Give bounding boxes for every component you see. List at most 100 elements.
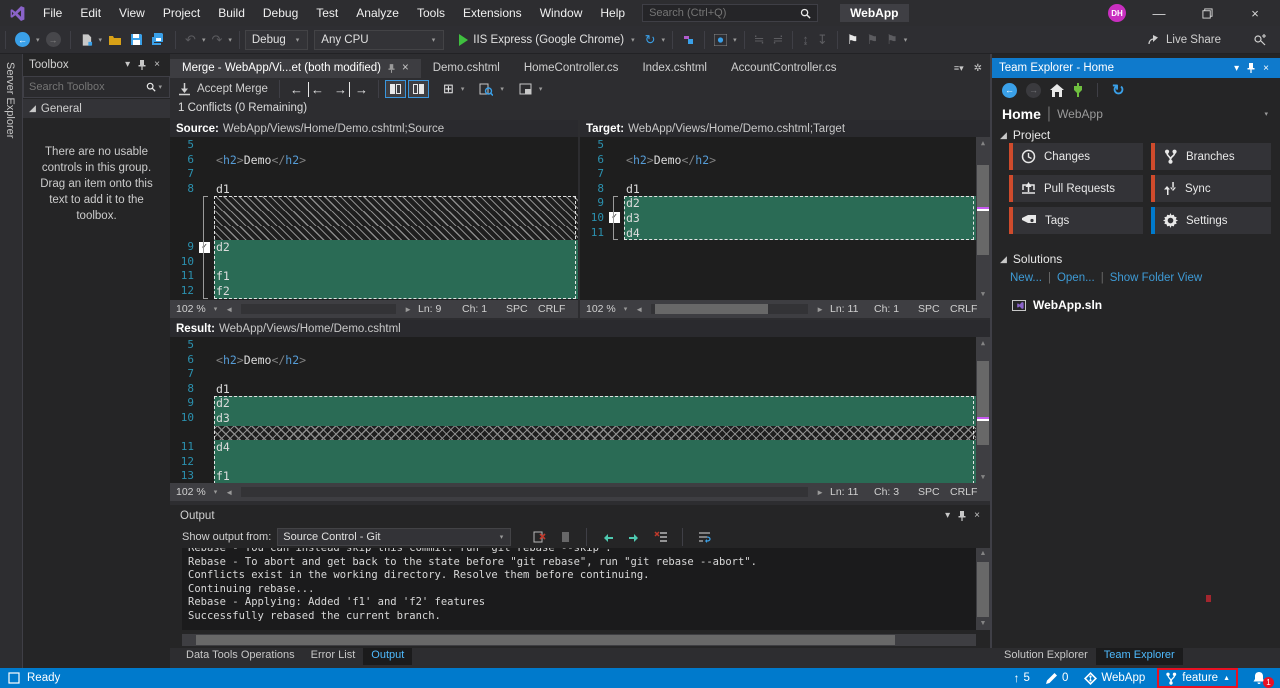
code-line[interactable] [170,211,578,226]
doc-tab[interactable]: Demo.cshtml [421,59,512,78]
solution-file-row[interactable]: WebApp.sln [1012,298,1272,312]
code-line[interactable]: 6<h2>Demo</h2> [170,153,578,168]
menu-test[interactable]: Test [307,6,347,20]
menu-analyze[interactable]: Analyze [347,6,408,20]
target-vertical-scrollbar[interactable]: ▲▼ [976,137,990,300]
code-line[interactable]: 13f1 [170,469,976,483]
redo-icon[interactable]: ↷ [207,32,226,48]
output-horizontal-scrollbar[interactable] [182,634,976,646]
preview-icon[interactable] [710,34,731,46]
crumb-home[interactable]: Home [1002,106,1041,122]
panel-tab-error-list[interactable]: Error List [303,648,364,665]
quick-search-box[interactable] [642,4,818,22]
code-line[interactable]: 9d2 [170,396,976,411]
toolbox-search-box[interactable]: ▾ [23,76,170,98]
team-explorer-breadcrumb[interactable]: Home | WebApp ▾ [992,102,1280,126]
tile-changes[interactable]: Changes [1009,143,1143,170]
code-line[interactable]: 6<h2>Demo</h2> [170,353,976,368]
configuration-dropdown[interactable]: Debug▾ [245,30,308,50]
code-line[interactable] [170,426,976,441]
clear-with-x-icon[interactable] [529,531,550,543]
code-line[interactable]: 7 [170,167,578,182]
window-options-icon[interactable]: ✲ [974,63,982,74]
code-line[interactable]: 5 [170,138,578,153]
outgoing-commits[interactable]: ↑ 5 [1010,671,1034,685]
include-change-checkbox[interactable]: ✓ [199,242,210,253]
feedback-icon[interactable] [1253,34,1266,46]
side-by-side-view-toggle[interactable] [408,80,429,98]
attach-icon[interactable] [678,34,699,46]
menu-help[interactable]: Help [591,6,634,20]
repository-picker[interactable]: WebApp [1080,672,1149,685]
open-folder-icon[interactable] [104,34,126,46]
message-filter-icon[interactable] [556,531,575,543]
panel-tab-solution-explorer[interactable]: Solution Explorer [996,648,1096,665]
save-icon[interactable] [126,33,147,46]
avatar[interactable]: DH [1108,4,1126,22]
close-icon[interactable]: × [970,510,984,521]
panel-tab-data-tools-operations[interactable]: Data Tools Operations [178,648,303,665]
start-debugging-button[interactable]: IIS Express (Google Chrome)▾ [454,34,640,46]
window-position-icon[interactable]: ▾ [121,59,134,70]
code-line[interactable]: 9✓d2 [170,240,578,255]
menu-debug[interactable]: Debug [254,6,307,20]
code-line[interactable]: 6<h2>Demo</h2> [580,153,976,168]
panel-tab-output[interactable]: Output [363,648,412,665]
zoom-level[interactable]: 102 % [176,303,206,315]
navigate-back-icon[interactable]: ← [11,32,34,47]
solutions-link-open[interactable]: Open... [1057,272,1095,284]
close-icon[interactable]: × [402,62,409,74]
menu-project[interactable]: Project [154,6,209,20]
code-line[interactable]: 5 [580,138,976,153]
solutions-link-showfolderview[interactable]: Show Folder View [1110,272,1202,284]
code-line[interactable]: 10d3 [170,411,976,426]
menu-edit[interactable]: Edit [71,6,110,20]
home-icon[interactable] [1050,84,1064,97]
menu-tools[interactable]: Tools [408,6,454,20]
output-source-dropdown[interactable]: Source Control - Git▾ [277,528,511,546]
toolbox-section-general[interactable]: ◢ General [23,99,170,118]
refresh-icon[interactable]: ↻ [641,32,660,48]
close-icon[interactable]: × [150,59,164,70]
code-line[interactable]: 10 [170,255,578,270]
result-editor[interactable]: 56<h2>Demo</h2>78d19d210d311d41213f114f2… [170,337,990,483]
code-line[interactable]: 10✓d3 [580,211,976,226]
pin-icon[interactable] [1243,63,1259,73]
menu-file[interactable]: File [34,6,71,20]
notifications-button[interactable]: 1 [1246,671,1272,685]
pending-changes[interactable]: 0 [1042,672,1072,684]
toolbox-search-input[interactable] [29,81,146,93]
panel-tab-team-explorer[interactable]: Team Explorer [1096,648,1183,665]
navigate-forward-icon[interactable]: → [42,32,65,47]
include-change-checkbox[interactable]: ✓ [609,212,620,223]
menu-view[interactable]: View [110,6,154,20]
code-line[interactable] [170,226,578,241]
solutions-section-header[interactable]: ◢ Solutions [1000,252,1272,266]
clear-all-icon[interactable] [650,531,671,543]
solutions-link-new[interactable]: New... [1010,272,1042,284]
restore-button[interactable] [1192,8,1222,19]
code-line[interactable]: 7 [580,167,976,182]
source-h-scrollbar[interactable] [241,304,396,314]
last-conflict-icon[interactable]: → [329,82,350,97]
new-file-icon[interactable] [76,33,97,47]
target-editor[interactable]: 56<h2>Demo</h2>78d19d210✓d311d4 ▲▼ [580,137,990,300]
compare-options-icon[interactable] [474,83,498,96]
doc-tab[interactable]: AccountController.cs [719,59,848,78]
bookmark-icon[interactable]: ⚑ [843,32,863,48]
next-conflict-icon[interactable]: → [350,82,373,97]
result-h-scrollbar[interactable] [241,487,808,497]
pin-icon[interactable] [134,60,150,70]
window-position-icon[interactable]: ▾ [941,510,954,521]
forward-icon[interactable]: → [1026,83,1041,98]
doc-tab[interactable]: Index.cshtml [630,59,719,78]
code-line[interactable]: 8d1 [580,182,976,197]
output-console[interactable]: Rebase - You can instead skip this commi… [182,548,976,630]
tile-sync[interactable]: Sync [1151,175,1271,202]
pin-icon[interactable] [954,511,970,521]
goto-next-message-icon[interactable] [624,531,644,543]
refresh-icon[interactable]: ↻ [1112,81,1125,99]
branch-picker[interactable]: feature ▲ [1157,668,1238,688]
code-line[interactable]: 11d4 [170,440,976,455]
source-editor[interactable]: 56<h2>Demo</h2>78d19✓d21011f112f2 [170,137,578,300]
